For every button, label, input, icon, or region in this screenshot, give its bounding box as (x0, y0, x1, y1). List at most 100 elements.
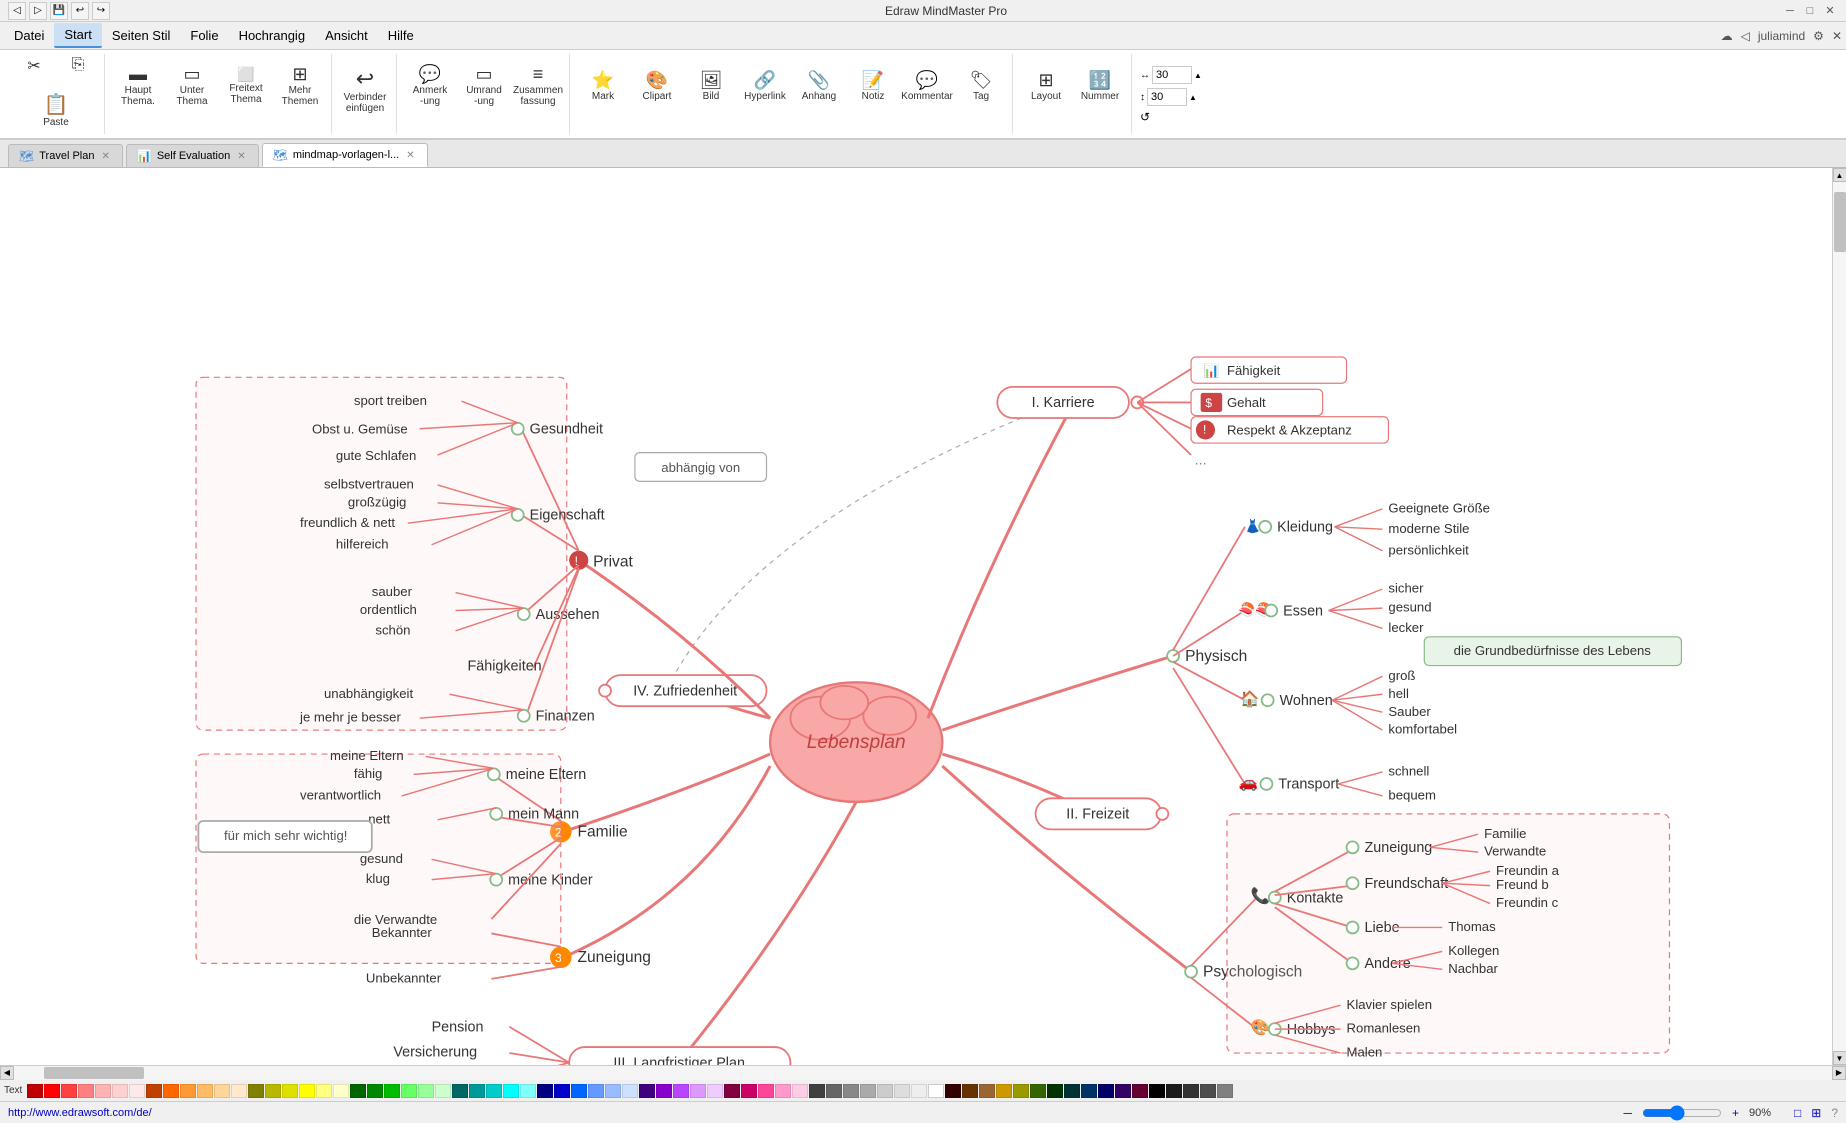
color-swatch[interactable] (112, 1084, 128, 1098)
user-settings-icon[interactable]: ⚙ (1813, 29, 1824, 43)
color-swatch[interactable] (707, 1084, 723, 1098)
tag-btn[interactable]: 🏷 Tag (956, 56, 1006, 116)
color-swatch[interactable] (265, 1084, 281, 1098)
color-swatch[interactable] (214, 1084, 230, 1098)
color-swatch[interactable] (452, 1084, 468, 1098)
color-swatch[interactable] (469, 1084, 485, 1098)
zoom-in-btn[interactable]: + (1732, 1106, 1739, 1120)
color-swatch[interactable] (996, 1084, 1012, 1098)
tab-self-evaluation[interactable]: 📊 Self Evaluation ✕ (126, 144, 259, 167)
zoom-slider[interactable] (1642, 1107, 1722, 1119)
view-page-btn[interactable]: □ (1794, 1106, 1801, 1120)
menu-ansicht[interactable]: Ansicht (315, 24, 378, 47)
canvas-area[interactable]: Lebensplan I. Karriere Fähigkeit 📊 Gehal… (0, 168, 1832, 1065)
comment-btn[interactable]: 💬 Kommentar (902, 56, 952, 116)
layout-btn[interactable]: ⊞ Layout (1021, 56, 1071, 116)
color-swatch[interactable] (503, 1084, 519, 1098)
color-swatch[interactable] (95, 1084, 111, 1098)
height-input[interactable] (1147, 88, 1187, 106)
color-swatch[interactable] (639, 1084, 655, 1098)
color-swatch[interactable] (571, 1084, 587, 1098)
color-swatch[interactable] (282, 1084, 298, 1098)
color-swatch[interactable] (1047, 1084, 1063, 1098)
color-swatch[interactable] (537, 1084, 553, 1098)
color-swatch[interactable] (1183, 1084, 1199, 1098)
color-swatch[interactable] (588, 1084, 604, 1098)
color-swatch[interactable] (605, 1084, 621, 1098)
scroll-left-btn[interactable]: ◀ (0, 1066, 14, 1080)
connector-btn[interactable]: ↩ Verbindereinfügen (340, 56, 390, 126)
hyperlink-btn[interactable]: 🔗 Hyperlink (740, 56, 790, 116)
color-swatch[interactable] (554, 1084, 570, 1098)
scroll-track[interactable] (1833, 182, 1846, 1051)
tab-mindmap[interactable]: 🗺 mindmap-vorlagen-l... ✕ (262, 143, 428, 167)
color-swatch[interactable] (1030, 1084, 1046, 1098)
paste-btn[interactable]: 📋 Paste (36, 86, 76, 136)
color-swatch[interactable] (1115, 1084, 1131, 1098)
border-btn[interactable]: ▭ Umrand-ung (459, 56, 509, 116)
color-swatch[interactable] (1013, 1084, 1029, 1098)
note-btn[interactable]: 📝 Notiz (848, 56, 898, 116)
color-swatch[interactable] (248, 1084, 264, 1098)
width-spinner-up[interactable]: ▲ (1194, 71, 1202, 80)
color-swatch[interactable] (1166, 1084, 1182, 1098)
color-swatch[interactable] (163, 1084, 179, 1098)
color-swatch[interactable] (1149, 1084, 1165, 1098)
h-scroll-track[interactable] (14, 1066, 1832, 1080)
color-swatch[interactable] (843, 1084, 859, 1098)
color-swatch[interactable] (435, 1084, 451, 1098)
color-swatch[interactable] (350, 1084, 366, 1098)
color-swatch[interactable] (792, 1084, 808, 1098)
color-swatch[interactable] (520, 1084, 536, 1098)
color-swatch[interactable] (656, 1084, 672, 1098)
zoom-out-btn[interactable]: ─ (1623, 1106, 1632, 1120)
close-btn[interactable]: ✕ (1822, 3, 1838, 19)
more-themes-btn[interactable]: ⊞ MehrThemen (275, 56, 325, 116)
mark-btn[interactable]: ⭐ Mark (578, 56, 628, 116)
color-swatch[interactable] (673, 1084, 689, 1098)
color-swatch[interactable] (860, 1084, 876, 1098)
tab-self-close[interactable]: ✕ (235, 151, 247, 162)
color-swatch[interactable] (367, 1084, 383, 1098)
view-fit-btn[interactable]: ⊞ (1811, 1106, 1821, 1120)
image-btn[interactable]: 🖼 Bild (686, 56, 736, 116)
color-swatch[interactable] (27, 1084, 43, 1098)
menu-hochrangig[interactable]: Hochrangig (229, 24, 316, 47)
color-swatch[interactable] (299, 1084, 315, 1098)
scroll-down-btn[interactable]: ▼ (1833, 1051, 1846, 1065)
annotation-btn[interactable]: 💬 Anmerk-ung (405, 56, 455, 116)
status-url[interactable]: http://www.edrawsoft.com/de/ (8, 1107, 152, 1119)
color-swatch[interactable] (928, 1084, 944, 1098)
minimize-btn[interactable]: ─ (1782, 3, 1798, 19)
color-swatch[interactable] (231, 1084, 247, 1098)
color-swatch[interactable] (1217, 1084, 1233, 1098)
scroll-thumb[interactable] (1834, 192, 1846, 252)
height-spinner-up[interactable]: ▲ (1189, 93, 1197, 102)
tab-travel-plan[interactable]: 🗺 Travel Plan ✕ (8, 144, 123, 167)
cut-btn[interactable]: ✂ (14, 56, 54, 84)
color-swatch[interactable] (1064, 1084, 1080, 1098)
color-swatch[interactable] (61, 1084, 77, 1098)
undo-btn[interactable]: ↩ (71, 2, 89, 20)
number-btn[interactable]: 🔢 Nummer (1075, 56, 1125, 116)
clipart-btn[interactable]: 🎨 Clipart (632, 56, 682, 116)
save-btn[interactable]: 💾 (50, 2, 68, 20)
forward-btn[interactable]: ▷ (29, 2, 47, 20)
color-swatch[interactable] (316, 1084, 332, 1098)
menu-start[interactable]: Start (54, 23, 101, 48)
color-swatch[interactable] (486, 1084, 502, 1098)
attachment-btn[interactable]: 📎 Anhang (794, 56, 844, 116)
color-swatch[interactable] (384, 1084, 400, 1098)
color-swatch[interactable] (894, 1084, 910, 1098)
main-theme-btn[interactable]: ▬ HauptThema. (113, 56, 163, 116)
color-swatch[interactable] (758, 1084, 774, 1098)
back-btn[interactable]: ◁ (8, 2, 26, 20)
color-swatch[interactable] (826, 1084, 842, 1098)
color-swatch[interactable] (1132, 1084, 1148, 1098)
tab-travel-close[interactable]: ✕ (99, 151, 111, 162)
color-swatch[interactable] (979, 1084, 995, 1098)
cross-icon[interactable]: ✕ (1832, 29, 1842, 43)
color-swatch[interactable] (690, 1084, 706, 1098)
scroll-right-btn[interactable]: ▶ (1832, 1066, 1846, 1080)
menu-seitenstil[interactable]: Seiten Stil (102, 24, 181, 47)
